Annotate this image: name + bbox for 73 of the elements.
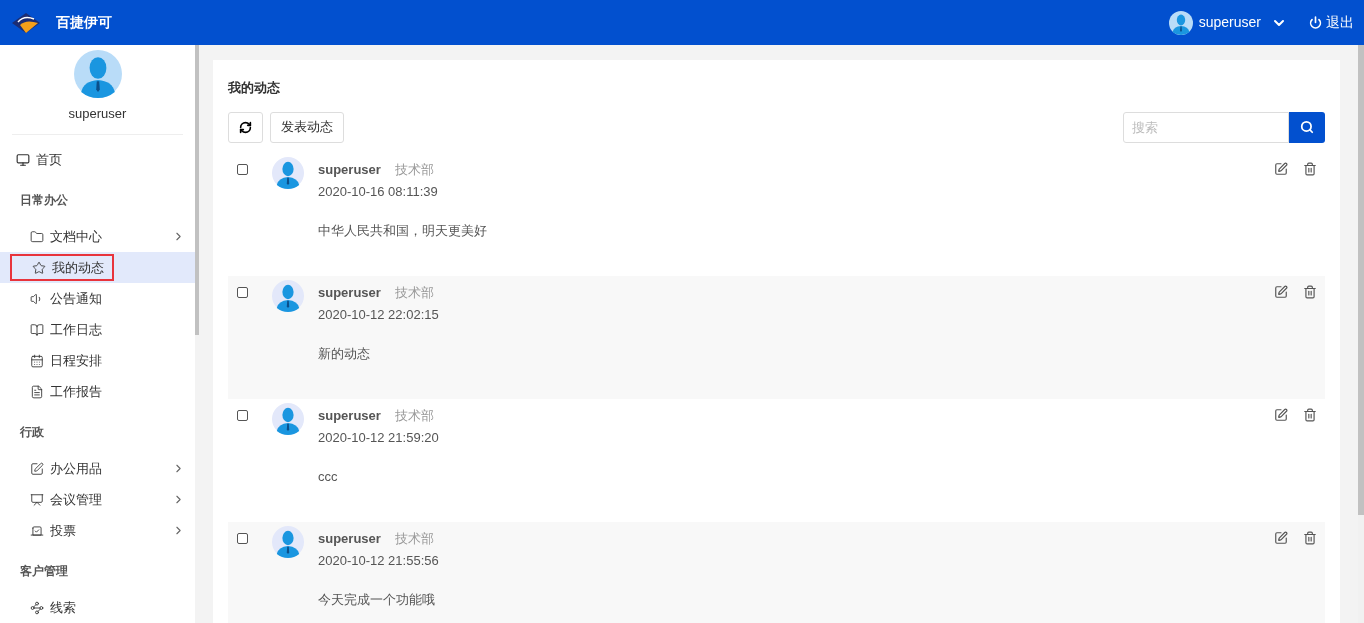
nav-item[interactable]: 办公用品 bbox=[0, 453, 195, 484]
nav-item[interactable]: 首页 bbox=[0, 144, 195, 175]
calendar-icon bbox=[30, 353, 44, 368]
section-heading: 客户管理 bbox=[19, 563, 69, 580]
logo-icon bbox=[10, 10, 42, 35]
refresh-button[interactable] bbox=[228, 111, 263, 143]
checkbox[interactable] bbox=[237, 532, 248, 544]
nav-item[interactable]: 线索 bbox=[0, 592, 195, 623]
search-button[interactable] bbox=[1289, 111, 1325, 143]
nav-item[interactable]: 工作日志 bbox=[0, 314, 195, 345]
user-avatar bbox=[272, 156, 304, 189]
folder-icon bbox=[30, 229, 44, 244]
search-icon bbox=[1300, 120, 1314, 134]
refresh-icon bbox=[239, 120, 252, 134]
edit-icon[interactable] bbox=[1274, 407, 1288, 422]
document-icon bbox=[30, 384, 44, 399]
monitor-icon bbox=[16, 152, 30, 167]
post-content: 今天完成一个功能哦 bbox=[318, 590, 436, 609]
post-author: superuser bbox=[318, 529, 381, 548]
nav-item[interactable]: 公告通知 bbox=[0, 283, 195, 314]
post-button[interactable]: 发表动态 bbox=[270, 111, 344, 143]
post-time: 2020-10-16 08:11:39 bbox=[318, 183, 439, 201]
section-heading: 行政 bbox=[19, 424, 45, 441]
post-department: 技术部 bbox=[394, 406, 434, 425]
ballot-box-icon bbox=[30, 523, 44, 538]
post-time: 2020-10-12 21:59:20 bbox=[318, 429, 439, 447]
star-icon bbox=[32, 260, 46, 275]
nav-item[interactable]: 会议管理 bbox=[0, 484, 195, 515]
post-content: 中华人民共和国，明天更美好 bbox=[318, 221, 487, 240]
edit-icon[interactable] bbox=[1274, 530, 1288, 545]
book-icon bbox=[30, 322, 44, 337]
path-icon bbox=[30, 600, 44, 615]
post-content: ccc bbox=[318, 467, 339, 486]
post-department: 技术部 bbox=[394, 283, 434, 302]
edit-icon[interactable] bbox=[1274, 284, 1288, 299]
profile-name: superuser bbox=[68, 105, 127, 123]
profile-avatar bbox=[73, 50, 122, 98]
nav-item[interactable]: 我的动态 bbox=[0, 252, 195, 283]
checkbox[interactable] bbox=[237, 409, 248, 421]
trash-icon[interactable] bbox=[1303, 284, 1317, 299]
user-menu[interactable]: superuser bbox=[1168, 10, 1287, 35]
checkbox[interactable] bbox=[237, 163, 248, 175]
post-department: 技术部 bbox=[394, 160, 434, 179]
logout-button[interactable]: 退出 bbox=[1309, 12, 1354, 33]
checkbox[interactable] bbox=[237, 286, 248, 298]
edit-icon[interactable] bbox=[1274, 161, 1288, 176]
power-icon bbox=[1309, 16, 1322, 29]
user-avatar bbox=[272, 402, 304, 435]
post-author: superuser bbox=[318, 406, 381, 425]
nav-item[interactable]: 日程安排 bbox=[0, 345, 195, 376]
user-avatar bbox=[272, 525, 304, 558]
presentation-icon bbox=[30, 492, 44, 507]
trash-icon[interactable] bbox=[1303, 530, 1317, 545]
section-heading: 日常办公 bbox=[19, 192, 69, 209]
nav-item[interactable]: 文档中心 bbox=[0, 221, 195, 252]
app-name: 百捷伊可 bbox=[56, 13, 112, 32]
post-content: 新的动态 bbox=[318, 344, 371, 363]
user-avatar bbox=[272, 279, 304, 312]
post-author: superuser bbox=[318, 283, 381, 302]
search-field[interactable]: 搜索 bbox=[1123, 111, 1289, 143]
nav-item[interactable]: 工作报告 bbox=[0, 376, 195, 407]
user-avatar bbox=[1168, 10, 1193, 35]
post-department: 技术部 bbox=[394, 529, 434, 548]
page-title: 我的动态 bbox=[228, 79, 281, 97]
nav-item[interactable]: 投票 bbox=[0, 515, 195, 546]
post-time: 2020-10-12 22:02:15 bbox=[318, 306, 439, 324]
post-time: 2020-10-12 21:55:56 bbox=[318, 552, 439, 570]
sidebar-scrollbar[interactable] bbox=[195, 45, 199, 335]
post-author: superuser bbox=[318, 160, 381, 179]
trash-icon[interactable] bbox=[1303, 161, 1317, 176]
pencil-icon bbox=[30, 461, 44, 476]
page-scrollbar[interactable] bbox=[1358, 45, 1364, 515]
trash-icon[interactable] bbox=[1303, 407, 1317, 422]
